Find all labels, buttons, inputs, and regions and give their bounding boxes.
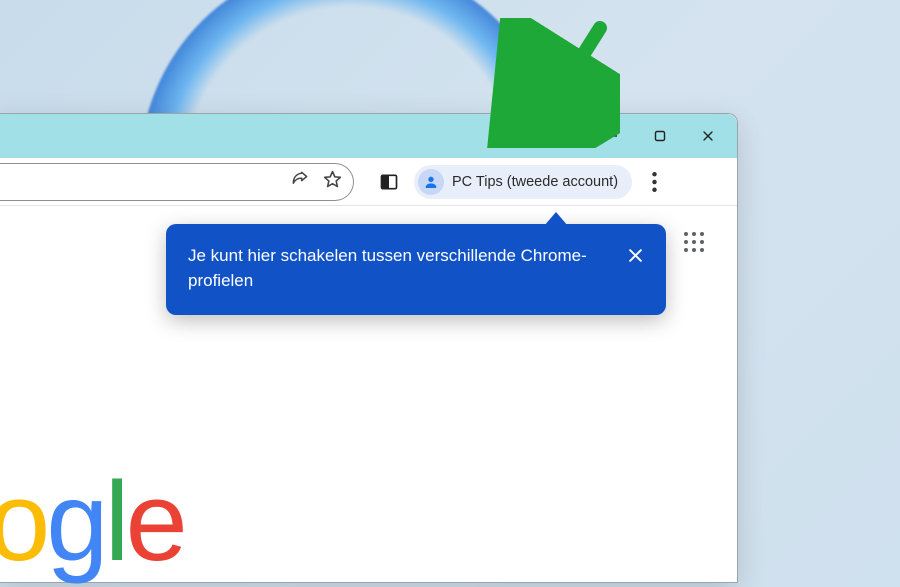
- logo-letter: g: [46, 459, 104, 584]
- google-apps-button[interactable]: [684, 232, 706, 254]
- chrome-menu-button[interactable]: [638, 165, 670, 199]
- maximize-button[interactable]: [637, 117, 683, 155]
- browser-toolbar: PC Tips (tweede account): [0, 158, 737, 206]
- logo-letter: l: [105, 459, 126, 584]
- side-panel-button[interactable]: [372, 165, 406, 199]
- tooltip-text: Je kunt hier schakelen tussen verschille…: [188, 244, 610, 293]
- address-bar[interactable]: [0, 163, 354, 201]
- profile-name-label: PC Tips (tweede account): [452, 174, 618, 190]
- logo-letter: o: [0, 459, 46, 584]
- minimize-button[interactable]: [589, 117, 635, 155]
- browser-window: PC Tips (tweede account) Je kunt hier sc…: [0, 113, 738, 583]
- logo-letter: e: [125, 459, 183, 584]
- profile-switcher-button[interactable]: PC Tips (tweede account): [414, 165, 632, 199]
- google-logo-partial: ogle: [0, 457, 184, 586]
- close-button[interactable]: [685, 117, 731, 155]
- tooltip-close-button[interactable]: [624, 244, 646, 266]
- bookmark-star-icon[interactable]: [322, 169, 343, 195]
- profile-switch-tooltip: Je kunt hier schakelen tussen verschille…: [166, 224, 666, 315]
- profile-avatar-icon: [418, 169, 444, 195]
- share-icon[interactable]: [290, 169, 310, 194]
- tab-search-chevron[interactable]: [493, 119, 527, 153]
- window-titlebar: [0, 114, 737, 158]
